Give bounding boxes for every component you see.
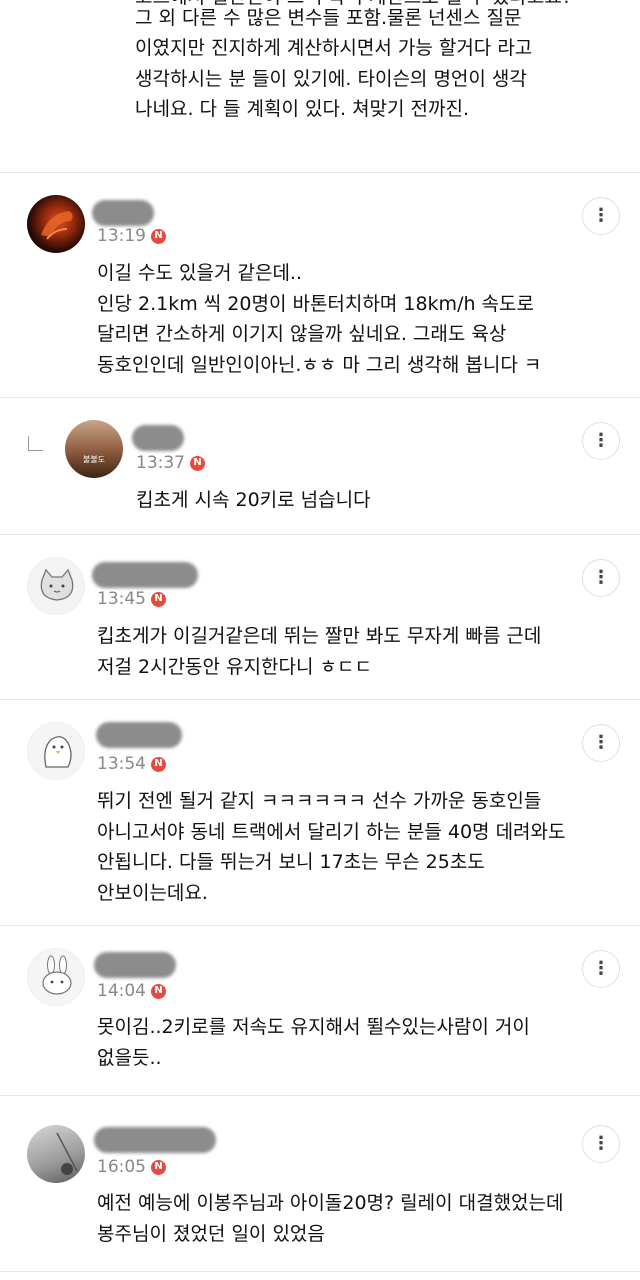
reply-comment-item: 불불도 13:37 N 킵초게 시속 20키로 넘습니다 ⋮ <box>0 398 640 535</box>
new-badge-icon: N <box>151 228 166 244</box>
previous-comment-text: 코스에서 일반인이 그 수학적 계산으로 될 수 있다고요? 그 외 다른 수 … <box>135 0 615 123</box>
comment-time: 16:05 N <box>97 1157 166 1177</box>
more-menu-button[interactable]: ⋮ <box>582 724 620 762</box>
time-text: 14:04 <box>97 981 146 1001</box>
comment-time: 13:19 N <box>97 226 166 246</box>
comment-time: 13:45 N <box>97 589 166 609</box>
more-menu-button[interactable]: ⋮ <box>582 559 620 597</box>
text-line: 없을듯.. <box>97 1046 162 1069</box>
new-badge-icon: N <box>151 756 166 772</box>
avatar[interactable] <box>27 557 85 615</box>
text-line: 그 외 다른 수 많은 변수들 포함.물론 넌센스 질문 <box>135 6 522 29</box>
comment-body: 예전 예능에 이봉주님과 아이돌20명? 릴레이 대결했었는데 봉주님이 졌었던… <box>97 1188 564 1249</box>
comment-body: 이길 수도 있을거 같은데.. 인당 2.1km 씩 20명이 바톤터치하며 1… <box>97 258 541 380</box>
text-line: 아니고서야 동네 트랙에서 달리기 하는 분들 40명 데려와도 <box>97 820 566 843</box>
new-badge-icon: N <box>151 983 166 999</box>
avatar[interactable] <box>27 722 85 780</box>
kebab-menu-icon: ⋮ <box>592 205 610 226</box>
time-text: 13:19 <box>97 226 146 246</box>
text-line: 안보이는데요. <box>97 881 208 904</box>
comment-item: 13:45 N 킵초게가 이길거같은데 뛰는 짤만 봐도 무자게 빠름 근데 저… <box>0 535 640 700</box>
text-line: 예전 예능에 이봉주님과 아이돌20명? 릴레이 대결했었는데 <box>97 1192 564 1214</box>
text-line: 생각하시는 분 들이 있기에. 타이슨의 명언이 생각 <box>135 67 527 90</box>
new-badge-icon: N <box>151 591 166 607</box>
time-text: 13:45 <box>97 589 146 609</box>
text-line: 이였지만 진지하게 계산하시면서 가능 할거다 라고 <box>135 37 533 59</box>
comment-time: 13:37 N <box>136 453 205 473</box>
text-line: 안됩니다. 다들 뛰는거 보니 17초는 무슨 25초도 <box>97 851 485 873</box>
time-text: 13:37 <box>136 453 185 473</box>
author-name[interactable] <box>92 200 154 226</box>
comment-body: 킵초게 시속 20키로 넘습니다 <box>136 485 371 516</box>
text-line: 인당 2.1km 씩 20명이 바톤터치하며 18km/h 속도로 <box>97 292 534 315</box>
author-name[interactable] <box>94 1127 216 1153</box>
author-name[interactable] <box>96 722 182 748</box>
text-line: 뛰기 전엔 될거 같지 ㅋㅋㅋㅋㅋㅋ 선수 가까운 동호인들 <box>97 790 542 812</box>
kebab-menu-icon: ⋮ <box>592 958 610 979</box>
avatar-caption: 불불도 <box>82 455 106 464</box>
text-line: 저걸 2시간동안 유지한다니 ㅎㄷㄷ <box>97 655 372 678</box>
comment-time: 14:04 N <box>97 981 166 1001</box>
more-menu-button[interactable]: ⋮ <box>582 422 620 460</box>
author-name[interactable] <box>94 952 176 978</box>
time-text: 13:54 <box>97 754 146 774</box>
more-menu-button[interactable]: ⋮ <box>582 950 620 988</box>
text-line: 동호인인데 일반인이아닌.ㅎㅎ 마 그리 생각해 봅니다 ㅋ <box>97 353 542 376</box>
more-menu-button[interactable]: ⋮ <box>582 197 620 235</box>
rabbit-icon <box>42 955 72 995</box>
text-line: 달리면 간소하게 이기지 않을까 싶네요. 그래도 육상 <box>97 323 507 345</box>
text-line: 나네요. 다 들 계획이 있다. 쳐맞기 전까진. <box>135 98 470 120</box>
avatar[interactable] <box>27 1125 85 1183</box>
author-name[interactable] <box>92 562 198 588</box>
text-line: 못이김..2키로를 저속도 유지해서 뛸수있는사람이 거이 <box>97 1016 530 1038</box>
photo-icon <box>56 1132 78 1175</box>
comment-item: 13:19 N 이길 수도 있을거 같은데.. 인당 2.1km 씩 20명이 … <box>0 173 640 398</box>
penguin-icon <box>44 736 72 768</box>
kebab-menu-icon: ⋮ <box>592 1133 610 1154</box>
comment-body: 뛰기 전엔 될거 같지 ㅋㅋㅋㅋㅋㅋ 선수 가까운 동호인들 아니고서야 동네 … <box>97 786 566 908</box>
time-text: 16:05 <box>97 1157 146 1177</box>
comment-body: 못이김..2키로를 저속도 유지해서 뛸수있는사람이 거이 없을듯.. <box>97 1012 530 1073</box>
comment-time: 13:54 N <box>97 754 166 774</box>
shrimp-icon <box>41 211 73 240</box>
comment-item: 13:54 N 뛰기 전엔 될거 같지 ㅋㅋㅋㅋㅋㅋ 선수 가까운 동호인들 아… <box>0 700 640 926</box>
reply-arrow-icon <box>28 436 43 451</box>
comment-item: 14:04 N 못이김..2키로를 저속도 유지해서 뛸수있는사람이 거이 없을… <box>0 926 640 1096</box>
avatar[interactable]: 불불도 <box>65 420 123 478</box>
new-badge-icon: N <box>151 1159 166 1175</box>
kebab-menu-icon: ⋮ <box>592 732 610 753</box>
comment-item: 16:05 N 예전 예능에 이봉주님과 아이돌20명? 릴레이 대결했었는데 … <box>0 1096 640 1272</box>
comment-body: 킵초게가 이길거같은데 뛰는 짤만 봐도 무자게 빠름 근데 저걸 2시간동안 … <box>97 621 541 682</box>
more-menu-button[interactable]: ⋮ <box>582 1125 620 1163</box>
text-line: 봉주님이 졌었던 일이 있었음 <box>97 1222 325 1245</box>
new-badge-icon: N <box>190 455 205 471</box>
avatar[interactable] <box>27 948 85 1006</box>
text-line: 킵초게가 이길거같은데 뛰는 짤만 봐도 무자게 빠름 근데 <box>97 625 542 647</box>
kebab-menu-icon: ⋮ <box>592 567 610 588</box>
cat-icon <box>40 568 74 601</box>
kebab-menu-icon: ⋮ <box>592 430 610 451</box>
text-line: 이길 수도 있을거 같은데.. <box>97 262 302 284</box>
avatar[interactable] <box>27 195 85 253</box>
text-line: 킵초게 시속 20키로 넘습니다 <box>136 489 371 511</box>
author-name[interactable] <box>132 425 184 451</box>
